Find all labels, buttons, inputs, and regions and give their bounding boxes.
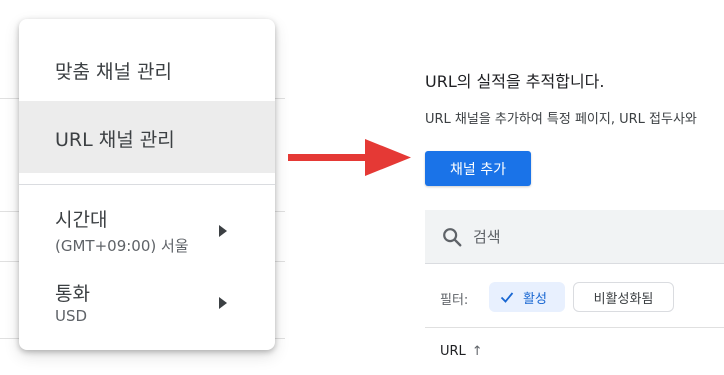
filter-chip-active[interactable]: 활성 bbox=[489, 282, 565, 312]
search-bar[interactable] bbox=[425, 210, 724, 264]
menu-item-custom-channels[interactable]: 맞춤 채널 관리 bbox=[19, 19, 275, 101]
menu-item-label: 통화 bbox=[55, 283, 90, 305]
column-header-label: URL bbox=[440, 344, 466, 359]
page-description: URL 채널을 추가하여 특정 페이지, URL 접두사와 bbox=[425, 112, 697, 127]
menu-item-url-channels[interactable]: URL 채널 관리 bbox=[19, 101, 275, 173]
search-icon bbox=[443, 228, 462, 247]
filter-chip-inactive[interactable]: 비활성화됨 bbox=[573, 282, 674, 312]
caret-right-icon bbox=[219, 297, 227, 309]
menu-item-label: URL 채널 관리 bbox=[55, 129, 175, 151]
add-channel-button[interactable]: 채널 추가 bbox=[425, 151, 531, 186]
check-icon bbox=[500, 292, 514, 303]
filter-divider bbox=[425, 327, 724, 328]
menu-divider bbox=[19, 184, 275, 185]
caret-right-icon bbox=[219, 225, 227, 237]
menu-item-currency[interactable]: 통화 USD bbox=[19, 271, 275, 341]
red-arrow bbox=[288, 139, 411, 176]
menu-item-label: 맞춤 채널 관리 bbox=[55, 61, 172, 83]
settings-menu: 맞춤 채널 관리 URL 채널 관리 시간대 (GMT+09:00) 서울 통화… bbox=[19, 19, 275, 350]
menu-item-label: 시간대 bbox=[55, 209, 108, 231]
page-title: URL의 실적을 추적합니다. bbox=[425, 72, 605, 91]
url-channels-panel: URL의 실적을 추적합니다. URL 채널을 추가하여 특정 페이지, URL… bbox=[405, 0, 724, 375]
menu-item-timezone[interactable]: 시간대 (GMT+09:00) 서울 bbox=[19, 195, 275, 265]
sort-arrow-up-icon: ↑ bbox=[471, 344, 483, 359]
currency-value: USD bbox=[55, 307, 88, 325]
timezone-value: (GMT+09:00) 서울 bbox=[55, 237, 189, 255]
filter-chip-label: 비활성화됨 bbox=[593, 291, 654, 307]
search-input[interactable] bbox=[473, 225, 713, 249]
filter-label: 필터: bbox=[440, 293, 469, 308]
column-header-url[interactable]: URL ↑ bbox=[440, 344, 483, 359]
filter-chip-label: 활성 bbox=[523, 291, 547, 307]
